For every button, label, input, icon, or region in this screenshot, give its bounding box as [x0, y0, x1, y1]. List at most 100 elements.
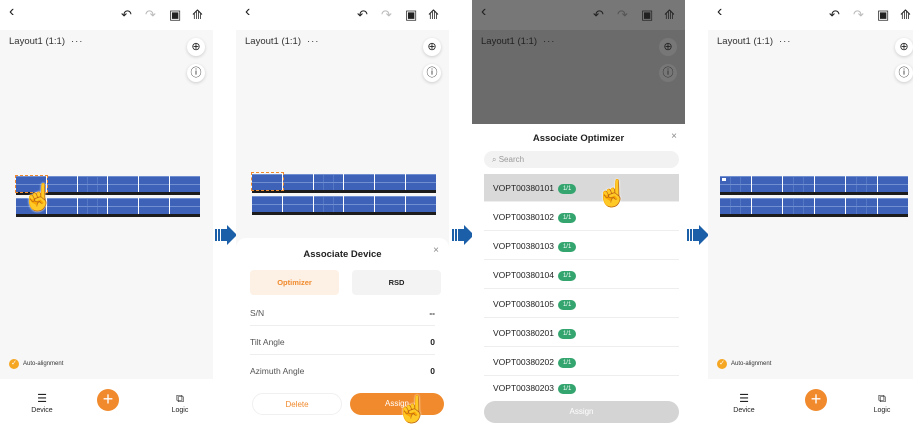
panel[interactable] [375, 196, 406, 212]
undo-icon[interactable]: ↶ [121, 7, 132, 23]
assign-button[interactable]: Assign [484, 401, 679, 423]
auto-alignment[interactable]: ✓ Auto-alignment [717, 359, 771, 369]
redo-icon[interactable]: ↷ [617, 7, 628, 23]
panel[interactable] [783, 176, 814, 192]
back-chevron-icon[interactable]: ‹ [717, 4, 722, 20]
panel[interactable] [814, 198, 845, 214]
panel[interactable] [139, 198, 170, 214]
panel[interactable] [344, 196, 375, 212]
undo-icon[interactable]: ↶ [593, 7, 604, 23]
auto-alignment[interactable]: ✓ Auto-alignment [9, 359, 63, 369]
search-input[interactable]: ⌕ Search [484, 151, 679, 168]
info-icon[interactable]: ⓘ [895, 64, 913, 82]
panel[interactable] [108, 176, 139, 192]
panel[interactable] [313, 196, 344, 212]
panel[interactable] [282, 196, 313, 212]
panel[interactable] [170, 198, 200, 214]
panel[interactable] [406, 174, 436, 190]
close-icon[interactable]: × [671, 131, 677, 142]
optimizer-item[interactable]: VOPT00380203 1/1 [484, 377, 679, 399]
panel[interactable] [344, 174, 375, 190]
nav-device-label: Device [733, 407, 755, 414]
undo-icon[interactable]: ↶ [357, 7, 368, 23]
panel[interactable] [720, 198, 751, 214]
search-placeholder: Search [498, 155, 525, 164]
undo-icon[interactable]: ↶ [829, 7, 840, 23]
tab-rsd[interactable]: RSD [352, 270, 441, 295]
export-icon[interactable]: ⟰ [428, 7, 439, 23]
export-icon[interactable]: ⟰ [900, 7, 911, 23]
panel[interactable] [814, 176, 845, 192]
save-icon[interactable]: ▣ [641, 7, 653, 23]
search-icon: ⌕ [492, 155, 497, 164]
panel[interactable] [313, 174, 344, 190]
optimizer-item[interactable]: VOPT00380102 1/1 [484, 203, 679, 231]
panel[interactable] [751, 176, 782, 192]
device-icon: ☰ [739, 393, 749, 405]
rail [252, 212, 436, 215]
info-icon: ⓘ [659, 64, 677, 82]
panel[interactable] [252, 196, 282, 212]
field-tilt-angle[interactable]: Tilt Angle 0 [250, 329, 435, 355]
locate-icon[interactable]: ⊕ [895, 38, 913, 56]
panel[interactable] [783, 198, 814, 214]
nav-device[interactable]: ☰ Device [724, 393, 764, 414]
redo-icon[interactable]: ↷ [853, 7, 864, 23]
panel[interactable] [846, 176, 877, 192]
delete-button[interactable]: Delete [252, 393, 342, 415]
more-icon[interactable]: ··· [71, 36, 84, 47]
top-toolbar: ‹ ↶ ↷ ▣ ⟰ [0, 0, 213, 30]
optimizer-item[interactable]: VOPT00380201 1/1 [484, 319, 679, 347]
export-icon[interactable]: ⟰ [192, 7, 203, 23]
optimizer-item[interactable]: VOPT00380103 1/1 [484, 232, 679, 260]
nav-logic[interactable]: ⧉ Logic [160, 393, 200, 414]
layout-title[interactable]: Layout1 (1:1) ··· [9, 36, 83, 47]
panel[interactable] [77, 198, 108, 214]
panel[interactable] [720, 176, 751, 192]
optimizer-marker [722, 178, 726, 181]
panel[interactable] [170, 176, 200, 192]
tab-optimizer[interactable]: Optimizer [250, 270, 339, 295]
nav-device-label: Device [31, 407, 53, 414]
save-icon[interactable]: ▣ [405, 7, 417, 23]
nav-logic[interactable]: ⧉ Logic [862, 393, 902, 414]
panel[interactable] [77, 176, 108, 192]
locate-icon[interactable]: ⊕ [187, 38, 205, 56]
close-icon[interactable]: × [433, 245, 439, 256]
panel[interactable] [406, 196, 436, 212]
layout-title-text: Layout1 (1:1) [717, 36, 773, 47]
panel[interactable] [877, 198, 908, 214]
locate-icon[interactable]: ⊕ [423, 38, 441, 56]
panel[interactable] [139, 176, 170, 192]
back-chevron-icon[interactable]: ‹ [481, 4, 486, 20]
panel[interactable] [108, 198, 139, 214]
redo-icon[interactable]: ↷ [145, 7, 156, 23]
add-button[interactable]: + [805, 389, 827, 411]
optimizer-item[interactable]: VOPT00380101 1/1 [484, 174, 679, 202]
export-icon[interactable]: ⟰ [664, 7, 675, 23]
optimizer-sn: VOPT00380101 [493, 183, 554, 193]
panel[interactable] [877, 176, 908, 192]
back-chevron-icon[interactable]: ‹ [245, 4, 250, 20]
optimizer-item[interactable]: VOPT00380104 1/1 [484, 261, 679, 289]
panel[interactable] [751, 198, 782, 214]
layout-title[interactable]: Layout1 (1:1) ··· [245, 36, 319, 47]
optimizer-item[interactable]: VOPT00380202 1/1 [484, 348, 679, 376]
redo-icon[interactable]: ↷ [381, 7, 392, 23]
save-icon[interactable]: ▣ [169, 7, 181, 23]
optimizer-item[interactable]: VOPT00380105 1/1 [484, 290, 679, 318]
more-icon[interactable]: ··· [779, 36, 792, 47]
field-azimuth-angle[interactable]: Azimuth Angle 0 [250, 358, 435, 384]
more-icon[interactable]: ··· [307, 36, 320, 47]
back-chevron-icon[interactable]: ‹ [9, 4, 14, 20]
panel[interactable] [846, 198, 877, 214]
info-icon[interactable]: ⓘ [423, 64, 441, 82]
panel[interactable] [375, 174, 406, 190]
panel[interactable] [282, 174, 313, 190]
layout-title[interactable]: Layout1 (1:1) ··· [717, 36, 791, 47]
save-icon[interactable]: ▣ [877, 7, 889, 23]
nav-device[interactable]: ☰ Device [22, 393, 62, 414]
optimizer-sn: VOPT00380105 [493, 299, 554, 309]
add-button[interactable]: + [97, 389, 119, 411]
info-icon[interactable]: ⓘ [187, 64, 205, 82]
